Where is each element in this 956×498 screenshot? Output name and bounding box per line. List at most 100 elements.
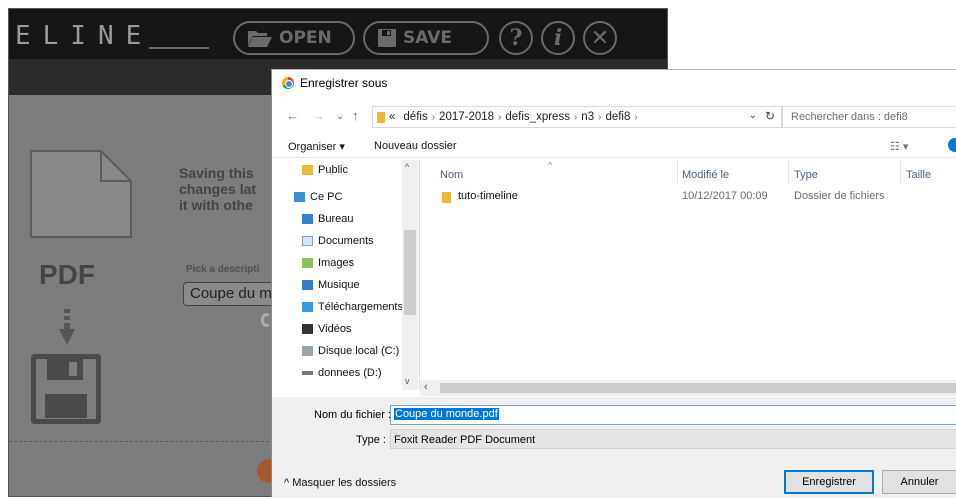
address-dropdown-icon[interactable]: ⌄	[749, 110, 757, 121]
tree-item-public[interactable]: Public	[302, 164, 348, 176]
cancel-button[interactable]: Annuler	[882, 470, 956, 494]
app-logo: ELINE	[15, 21, 154, 51]
folder-open-icon	[248, 31, 272, 47]
open-button[interactable]: OPEN	[233, 21, 355, 55]
column-header-modified[interactable]: Modifié le	[682, 169, 729, 181]
column-header-size[interactable]: Taille	[906, 169, 931, 181]
images-icon	[302, 258, 313, 268]
forward-arrow-icon[interactable]: →	[312, 108, 325, 123]
save-info-line-1: Saving this	[179, 165, 254, 181]
scroll-down-icon[interactable]: v	[405, 376, 410, 386]
open-label: OPEN	[279, 28, 332, 48]
spinner-icon	[261, 313, 271, 327]
address-bar[interactable]: « défis › 2017-2018 › defis_xpress › n3 …	[372, 106, 782, 128]
type-label: Type :	[356, 434, 386, 446]
videos-icon	[302, 324, 313, 334]
breadcrumb-separator-icon: ›	[598, 111, 602, 123]
hide-folders-toggle[interactable]: ^ Masquer les dossiers	[284, 477, 396, 489]
organize-button[interactable]: Organiser ▾	[288, 140, 345, 153]
description-label: Pick a descripti	[186, 264, 260, 275]
pdf-label: PDF	[39, 259, 95, 290]
file-modified: 10/12/2017 00:09	[682, 190, 768, 202]
chrome-icon	[282, 77, 294, 89]
folder-icon	[377, 111, 385, 123]
music-icon	[302, 280, 313, 290]
tree-item-images[interactable]: Images	[302, 257, 354, 269]
app-toolbar: ELINE OPEN SAVE ? i ✕	[9, 9, 667, 59]
column-separator[interactable]	[677, 160, 678, 184]
filename-value: Coupe du monde.pdf	[394, 408, 499, 420]
navigation-bar: ← → ⌄ ↑ « défis › 2017-2018 › defis_xpre…	[272, 104, 956, 130]
tree-item-disque-local[interactable]: Disque local (C:)	[302, 345, 399, 357]
floppy-disk-icon	[378, 29, 396, 47]
breadcrumb-item[interactable]: 2017-2018	[439, 111, 494, 123]
desktop-icon	[302, 214, 313, 224]
sort-indicator-icon: ^	[548, 160, 553, 170]
tree-item-donnees[interactable]: donnees (D:)	[302, 367, 382, 379]
dialog-title: Enregistrer sous	[300, 76, 388, 90]
scroll-up-icon[interactable]: ^	[405, 162, 409, 172]
save-label: SAVE	[403, 28, 453, 48]
dialog-footer: Nom du fichier : Coupe du monde.pdf Type…	[272, 397, 956, 498]
back-arrow-icon[interactable]: ←	[286, 108, 299, 123]
new-folder-button[interactable]: Nouveau dossier	[374, 140, 457, 152]
computer-icon	[294, 192, 305, 202]
drive-icon	[302, 371, 313, 375]
help-icon[interactable]: ?	[499, 21, 533, 55]
file-name: tuto-timeline	[458, 190, 518, 202]
tree-item-telechargements[interactable]: Téléchargements	[302, 301, 403, 313]
breadcrumb-item[interactable]: defis_xpress	[505, 111, 570, 123]
command-bar: Organiser ▾ Nouveau dossier ☷ ▾	[272, 132, 956, 158]
column-separator[interactable]	[900, 160, 901, 184]
folder-icon	[302, 165, 313, 175]
save-info-line-2: changes lat	[179, 181, 257, 197]
document-icon	[30, 150, 132, 238]
breadcrumb-separator-icon: ›	[498, 111, 502, 123]
info-icon[interactable]: i	[541, 21, 575, 55]
file-list: Nom ^ Modifié le Type Taille tuto-timeli…	[420, 160, 956, 380]
filename-label: Nom du fichier :	[314, 409, 392, 421]
tree-item-ce-pc[interactable]: Ce PC	[294, 191, 342, 203]
logo-underline	[149, 47, 209, 49]
breadcrumb-item[interactable]: défis	[403, 111, 427, 123]
panel-divider	[9, 441, 279, 442]
list-h-scroll-thumb[interactable]	[440, 383, 956, 393]
scroll-left-icon[interactable]: ‹	[424, 381, 428, 393]
navigation-tree: Public Ce PC Bureau Documents Images Mus…	[272, 160, 420, 390]
save-dialog-button[interactable]: Enregistrer	[784, 470, 874, 494]
drive-icon	[302, 346, 313, 356]
breadcrumb-overflow[interactable]: «	[389, 111, 395, 123]
breadcrumb-separator-icon: ›	[634, 111, 638, 123]
save-button[interactable]: SAVE	[363, 21, 489, 55]
save-info-line-3: it with othe	[179, 197, 253, 213]
up-arrow-icon[interactable]: ↑	[352, 108, 359, 123]
tree-scroll-thumb[interactable]	[404, 230, 416, 315]
tree-item-documents[interactable]: Documents	[302, 235, 374, 247]
tree-item-bureau[interactable]: Bureau	[302, 213, 353, 225]
dialog-titlebar: Enregistrer sous	[282, 76, 387, 90]
search-input[interactable]: Rechercher dans : defi8	[782, 106, 956, 128]
breadcrumb-separator-icon: ›	[431, 111, 436, 123]
recent-chevron-icon[interactable]: ⌄	[336, 111, 344, 122]
save-as-dialog: Enregistrer sous ← → ⌄ ↑ « défis › 2017-…	[271, 69, 956, 498]
view-options-icon[interactable]: ☷ ▾	[890, 140, 908, 153]
breadcrumb-item[interactable]: defi8	[605, 111, 630, 123]
table-row[interactable]: tuto-timeline 10/12/2017 00:09 Dossier d…	[420, 188, 956, 206]
chevron-up-icon: ^	[284, 477, 290, 489]
file-type: Dossier de fichiers	[794, 190, 885, 202]
close-icon[interactable]: ✕	[583, 21, 617, 55]
tree-item-musique[interactable]: Musique	[302, 279, 360, 291]
folder-icon	[442, 192, 451, 203]
column-header-type[interactable]: Type	[794, 169, 818, 181]
breadcrumb-item[interactable]: n3	[581, 111, 594, 123]
documents-icon	[302, 236, 313, 246]
tree-item-videos[interactable]: Vidéos	[302, 323, 351, 335]
column-header-name[interactable]: Nom	[440, 169, 463, 181]
hide-folders-label: Masquer les dossiers	[292, 477, 397, 489]
type-select[interactable]: Foxit Reader PDF Document	[390, 429, 956, 449]
refresh-icon[interactable]: ↻	[765, 109, 775, 123]
help-icon[interactable]	[948, 138, 956, 152]
filename-input[interactable]: Coupe du monde.pdf	[390, 405, 956, 425]
floppy-disk-large-icon	[31, 354, 101, 424]
column-separator[interactable]	[788, 160, 789, 184]
